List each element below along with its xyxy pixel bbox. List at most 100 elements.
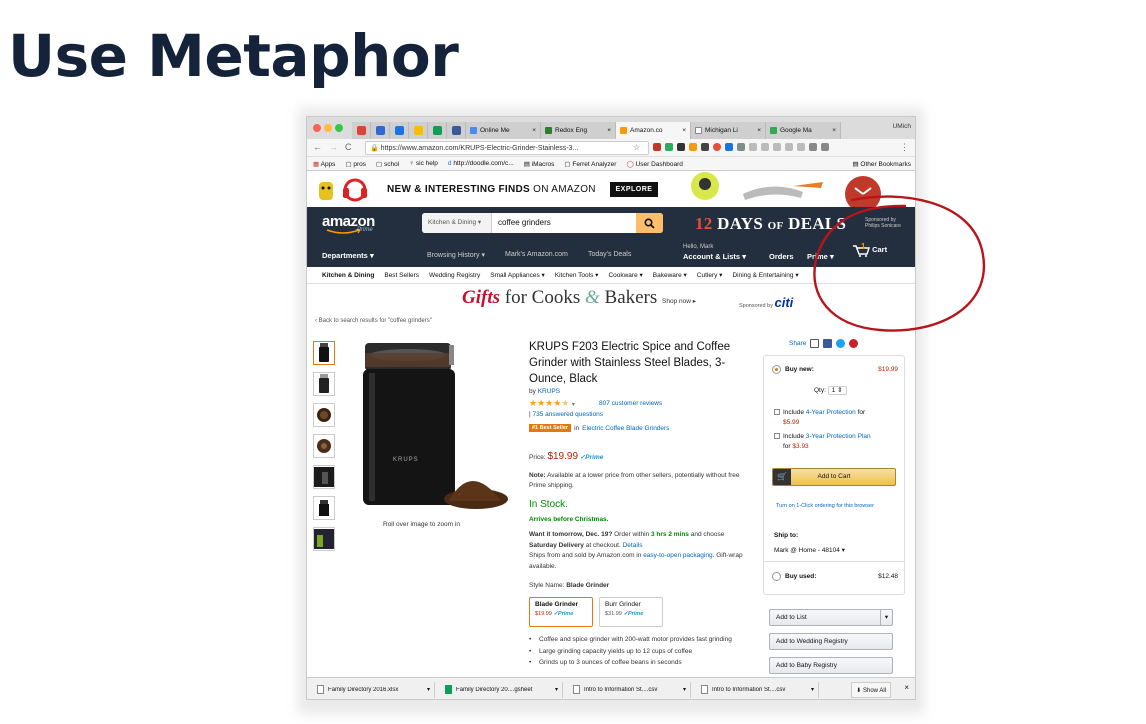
citi-sponsor[interactable]: Sponsored by citi [739, 295, 793, 310]
bookmark-pros[interactable]: ▢ pros [345, 160, 366, 168]
pinned-tab-facebook[interactable] [447, 122, 466, 139]
extension-icon[interactable] [785, 143, 793, 151]
promo-banner[interactable]: NEW & INTERESTING FINDS ON AMAZON EXPLOR… [307, 172, 915, 207]
bookmark-user-dashboard[interactable]: ◯ User Dashboard [626, 160, 682, 168]
search-button[interactable] [636, 213, 663, 233]
cart-link[interactable]: 1 Cart [852, 242, 887, 257]
thumbnail[interactable] [313, 527, 335, 551]
search-input[interactable]: coffee grinders [498, 213, 551, 233]
download-item[interactable]: Family Directory 20....gsheet ▾ [441, 681, 563, 698]
pinterest-share-icon[interactable] [849, 339, 859, 348]
reviews-link[interactable]: 807 customer reviews [599, 400, 662, 407]
thumbnail[interactable] [313, 341, 335, 365]
thumbnail[interactable] [313, 434, 335, 458]
reload-icon[interactable]: C [345, 142, 352, 152]
close-downloads-icon[interactable]: × [904, 683, 909, 692]
subnav-cutlery[interactable]: Cutlery ▾ [697, 271, 723, 279]
extension-icon[interactable] [653, 143, 661, 151]
pinned-tab-drive[interactable] [409, 122, 428, 139]
subnav-bakeware[interactable]: Bakeware ▾ [653, 271, 687, 279]
subnav-wedding-registry[interactable]: Wedding Registry [429, 272, 480, 279]
buy-new-option[interactable]: Buy new: [772, 365, 814, 374]
profile-name[interactable]: UMich [893, 123, 911, 130]
tab-online-me[interactable]: Online Me × [466, 122, 541, 139]
close-tab-icon[interactable]: × [682, 127, 686, 134]
pinned-tab-sheets[interactable] [428, 122, 447, 139]
tab-google-maps[interactable]: Google Ma × [766, 122, 841, 139]
star-rating[interactable]: ★★★★★ ▾ [529, 398, 575, 409]
style-option-burr[interactable]: Burr Grinder $31.99 ✓Prime [599, 597, 663, 627]
twitter-share-icon[interactable] [836, 339, 846, 348]
extension-icon[interactable] [797, 143, 805, 151]
protection3-link[interactable]: 3-Year Protection Plan [806, 433, 871, 440]
shop-now-link[interactable]: Shop now ▸ [662, 298, 696, 305]
subnav-kitchen-tools[interactable]: Kitchen Tools ▾ [555, 271, 599, 279]
chevron-down-icon[interactable]: ▾ [427, 686, 430, 693]
maximize-window-button[interactable] [335, 124, 343, 132]
thumbnail[interactable] [313, 372, 335, 396]
extension-icon[interactable] [737, 143, 745, 151]
close-tab-icon[interactable]: × [757, 127, 761, 134]
search-category-select[interactable]: Kitchen & Dining ▾ [422, 213, 492, 233]
add-to-list-button[interactable]: Add to List ▾ [769, 609, 893, 626]
extension-icon[interactable] [821, 143, 829, 151]
explore-button[interactable]: EXPLORE [610, 182, 658, 197]
extension-icon[interactable] [665, 143, 673, 151]
tab-michigan[interactable]: Michigan Li × [691, 122, 766, 139]
bookmark-apps[interactable]: ▦ Apps [313, 160, 335, 168]
bookmark-imacros[interactable]: ▤ iMacros [524, 160, 555, 168]
orders-link[interactable]: Orders [769, 252, 794, 261]
gifts-banner[interactable]: Gifts for Cooks & Bakers Shop now ▸ [462, 287, 696, 309]
answered-questions-link[interactable]: 735 answered questions [533, 411, 603, 418]
account-lists-menu[interactable]: Account & Lists ▾ [683, 252, 746, 261]
tab-amazon[interactable]: Amazon.co × [616, 122, 691, 139]
tab-redox[interactable]: Redox Eng × [541, 122, 616, 139]
pinned-tab-calendar[interactable] [390, 122, 409, 139]
other-bookmarks[interactable]: ▤ Other Bookmarks [852, 160, 911, 168]
best-seller-category-link[interactable]: Electric Coffee Blade Grinders [582, 425, 669, 432]
extension-icon[interactable] [725, 143, 733, 151]
download-item[interactable]: Intro to Information St....csv ▾ [697, 681, 819, 698]
quantity-select[interactable]: Qty: 1 ⇕ [814, 386, 847, 395]
chevron-down-icon[interactable]: ▾ [555, 686, 558, 693]
extension-icon[interactable] [749, 143, 757, 151]
chevron-down-icon[interactable]: ▾ [880, 610, 892, 625]
baby-registry-button[interactable]: Add to Baby Registry [769, 657, 893, 674]
four-year-protection[interactable]: Include 4-Year Protection for $5.99 [774, 408, 865, 428]
marks-amazon-link[interactable]: Mark's Amazon.com [505, 251, 568, 258]
details-link[interactable]: Details [623, 542, 643, 549]
email-share-icon[interactable] [810, 339, 820, 348]
buy-used-option[interactable]: Buy used: [772, 572, 816, 581]
subnav-small-appliances[interactable]: Small Appliances ▾ [490, 271, 545, 279]
subnav-dining-entertaining[interactable]: Dining & Entertaining ▾ [732, 271, 798, 279]
menu-kebab-icon[interactable]: ⋮ [900, 142, 909, 153]
extension-icon[interactable] [809, 143, 817, 151]
chevron-down-icon[interactable]: ▾ [683, 686, 686, 693]
protection4-link[interactable]: 4-Year Protection [806, 409, 856, 416]
star-icon[interactable]: ☆ [633, 143, 640, 152]
three-year-protection[interactable]: Include 3-Year Protection Plan for $3.93 [774, 432, 871, 452]
url-field[interactable]: 🔒 https://www.amazon.com/KRUPS-Electric-… [365, 141, 649, 155]
download-item[interactable]: Family Directory 2016.xlsx ▾ [313, 681, 435, 698]
extension-icon[interactable] [701, 143, 709, 151]
facebook-share-icon[interactable] [823, 339, 833, 348]
subnav-cookware[interactable]: Cookware ▾ [608, 271, 642, 279]
bookmark-doodle[interactable]: d http://doodle.com/c... [448, 160, 514, 167]
forward-icon[interactable]: → [329, 142, 338, 152]
close-tab-icon[interactable]: × [607, 127, 611, 134]
bookmark-sic-help[interactable]: ♀ sic help [409, 160, 438, 167]
style-option-blade[interactable]: Blade Grinder $19.99 ✓Prime [529, 597, 593, 627]
subnav-best-sellers[interactable]: Best Sellers [384, 272, 419, 279]
thumbnail[interactable] [313, 403, 335, 427]
pinned-tab-home[interactable] [371, 122, 390, 139]
prime-menu[interactable]: Prime ▾ [807, 252, 834, 261]
close-tab-icon[interactable]: × [832, 127, 836, 134]
extension-icon[interactable] [713, 143, 721, 151]
extension-icon[interactable] [761, 143, 769, 151]
browsing-history-menu[interactable]: Browsing History ▾ [427, 251, 485, 259]
show-all-button[interactable]: ⬇ Show All [851, 682, 891, 698]
easy-open-link[interactable]: easy-to-open packaging [643, 552, 712, 559]
qty-dropdown[interactable]: 1 ⇕ [827, 386, 847, 395]
checkbox-icon[interactable] [774, 409, 780, 416]
todays-deals-link[interactable]: Today's Deals [588, 251, 631, 258]
